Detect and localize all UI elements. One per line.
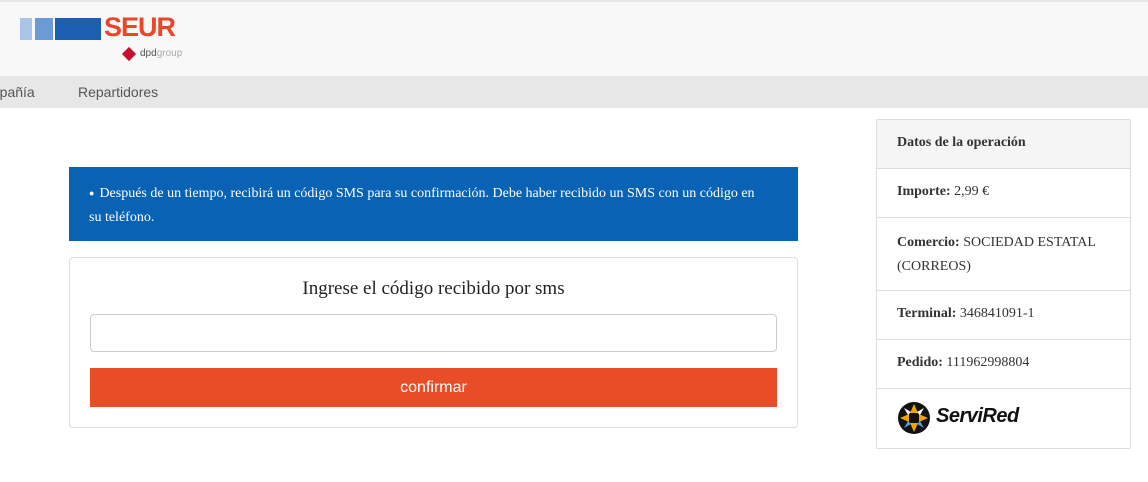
logo-bar-dark: [55, 18, 101, 40]
comercio-row: Comercio: SOCIEDAD ESTATAL (CORREOS): [877, 218, 1130, 291]
pedido-label: Pedido:: [897, 355, 943, 370]
group-text: group: [156, 48, 183, 59]
confirm-button[interactable]: confirmar: [90, 368, 777, 407]
comercio-label: Comercio:: [897, 235, 960, 250]
nav-item-compania[interactable]: mpañía: [0, 84, 35, 100]
importe-value: 2,99 €: [954, 184, 990, 199]
nav-item-repartidores[interactable]: Repartidores: [78, 84, 158, 100]
logo-brand-text: SEUR: [104, 12, 176, 42]
operation-panel: Datos de la operación Importe: 2,99 € Co…: [876, 119, 1131, 449]
alert-text: Después de un tiempo, recibirá un código…: [89, 186, 755, 225]
servired-text: ServiRed: [936, 405, 1019, 427]
terminal-value: 346841091-1: [959, 306, 1035, 321]
importe-row: Importe: 2,99 €: [877, 169, 1130, 218]
operation-panel-title: Datos de la operación: [877, 120, 1130, 169]
seur-logo[interactable]: SEUR dpdgroup: [20, 12, 190, 66]
sms-code-card: Ingrese el código recibido por sms confi…: [69, 257, 798, 428]
servired-icon: [898, 402, 930, 434]
pedido-row: Pedido: 111962998804: [877, 340, 1130, 389]
logo-bar-light: [20, 18, 32, 40]
importe-label: Importe:: [897, 184, 951, 199]
servired-logo: ServiRed: [877, 389, 1130, 447]
main-nav: mpañía Repartidores: [0, 76, 1148, 108]
sms-form-title: Ingrese el código recibido por sms: [302, 278, 565, 299]
info-alert: ● Después de un tiempo, recibirá un códig…: [69, 167, 798, 241]
dpd-cube-icon: [121, 46, 137, 62]
sms-code-input[interactable]: [90, 314, 777, 352]
terminal-label: Terminal:: [897, 306, 957, 321]
site-header: SEUR dpdgroup: [0, 0, 1148, 76]
logo-bar-mid: [35, 18, 53, 40]
pedido-value: 111962998804: [946, 355, 1030, 370]
dpd-group-text: dpdgroup: [140, 48, 182, 59]
terminal-row: Terminal: 346841091-1: [877, 291, 1130, 340]
dpd-text: dpd: [140, 48, 157, 59]
info-icon: ●: [89, 188, 95, 198]
